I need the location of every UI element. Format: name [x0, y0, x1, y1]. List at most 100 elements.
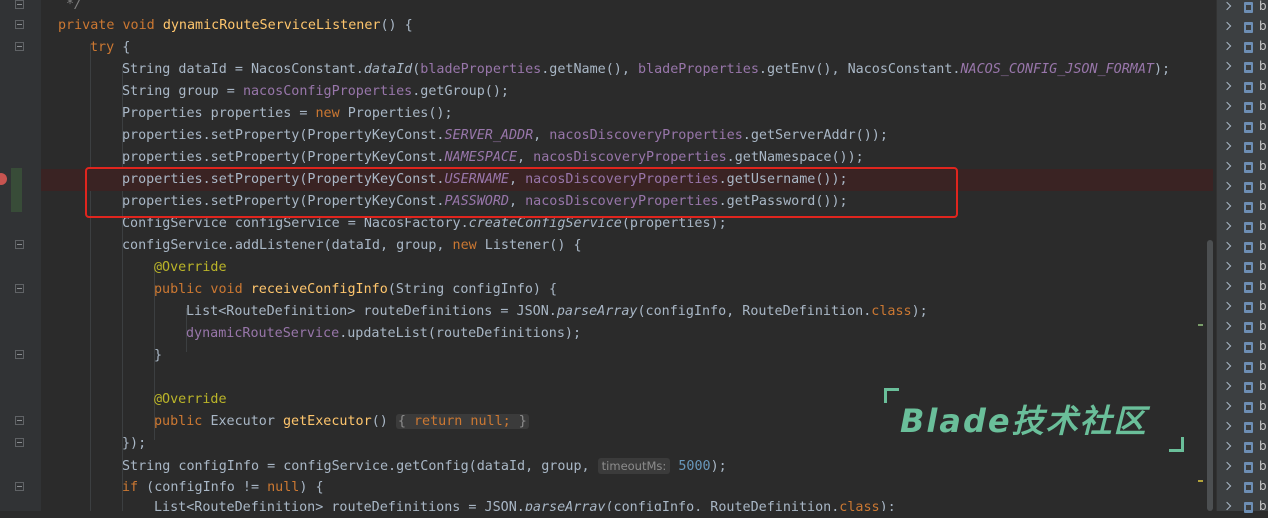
fold-icon[interactable] — [15, 20, 24, 29]
chevron-right-icon[interactable] — [1222, 481, 1232, 491]
chevron-right-icon[interactable] — [1222, 141, 1232, 151]
code-line[interactable]: @Override — [154, 389, 227, 411]
project-tree-item[interactable]: b — [1217, 98, 1268, 118]
project-tree-item[interactable]: b — [1217, 198, 1268, 218]
class-file-icon — [1244, 342, 1253, 353]
code-line[interactable]: private void dynamicRouteServiceListener… — [58, 15, 413, 37]
fold-icon[interactable] — [15, 240, 24, 249]
chevron-right-icon[interactable] — [1222, 41, 1232, 51]
project-tree-item[interactable]: b — [1217, 178, 1268, 198]
code-line[interactable]: }); — [122, 433, 146, 455]
chevron-right-icon[interactable] — [1222, 61, 1232, 71]
project-tree-item[interactable]: b — [1217, 498, 1268, 518]
project-tree-item[interactable]: b — [1217, 258, 1268, 278]
project-tree-item[interactable]: b — [1217, 0, 1268, 18]
code-line[interactable]: */ — [66, 0, 82, 16]
chevron-right-icon[interactable] — [1222, 421, 1232, 431]
project-tree-item[interactable]: b — [1217, 118, 1268, 138]
chevron-right-icon[interactable] — [1222, 21, 1232, 31]
project-tree-item[interactable]: b — [1217, 218, 1268, 238]
vcs-change-marker[interactable] — [11, 168, 22, 212]
code-line[interactable]: properties.setProperty(PropertyKeyConst.… — [122, 147, 864, 169]
fold-icon[interactable] — [15, 0, 24, 9]
code-line[interactable]: List<RouteDefinition> routeDefinitions =… — [186, 301, 928, 323]
fold-icon[interactable] — [15, 482, 24, 491]
chevron-right-icon[interactable] — [1222, 181, 1232, 191]
chevron-right-icon[interactable] — [1222, 261, 1232, 271]
code-token: NAMESPACE — [444, 150, 518, 165]
chevron-right-icon[interactable] — [1222, 241, 1232, 251]
class-file-icon — [1244, 42, 1253, 53]
code-line[interactable]: List<RouteDefinition> routeDefinitions =… — [154, 497, 896, 511]
class-file-icon — [1244, 222, 1253, 233]
fold-icon[interactable] — [15, 416, 24, 425]
code-line[interactable]: String group = nacosConfigProperties.get… — [122, 81, 509, 103]
project-tree-item[interactable]: b — [1217, 438, 1268, 458]
code-line[interactable]: public Executor getExecutor() { return n… — [154, 411, 529, 433]
project-tree-item[interactable]: b — [1217, 478, 1268, 498]
code-token: ); — [879, 500, 896, 511]
chevron-right-icon[interactable] — [1222, 101, 1232, 111]
chevron-right-icon[interactable] — [1222, 201, 1232, 211]
chevron-right-icon[interactable] — [1222, 1, 1232, 11]
project-tree-item[interactable]: b — [1217, 318, 1268, 338]
project-tree-item[interactable]: b — [1217, 78, 1268, 98]
project-tree-item[interactable]: b — [1217, 58, 1268, 78]
code-token: bladeProperties — [637, 62, 759, 77]
breakpoint-icon[interactable] — [0, 173, 7, 185]
code-token: Listener() { — [476, 238, 582, 253]
folded-code-block[interactable]: { return null; } — [395, 414, 529, 429]
project-tree-item[interactable]: b — [1217, 298, 1268, 318]
chevron-right-icon[interactable] — [1222, 361, 1232, 371]
project-tree-item[interactable]: b — [1217, 238, 1268, 258]
error-stripe-marker[interactable] — [1198, 324, 1203, 326]
chevron-right-icon[interactable] — [1222, 321, 1232, 331]
code-line[interactable]: dynamicRouteService.updateList(routeDefi… — [186, 323, 581, 345]
chevron-right-icon[interactable] — [1222, 221, 1232, 231]
code-line[interactable]: try { — [90, 37, 130, 59]
project-tree-item[interactable]: b — [1217, 418, 1268, 438]
class-file-icon — [1244, 442, 1253, 453]
code-line[interactable]: Properties properties = new Properties()… — [122, 103, 453, 125]
fold-icon[interactable] — [15, 42, 24, 51]
project-tree-item-label: b — [1259, 0, 1267, 13]
fold-icon[interactable] — [15, 350, 24, 359]
chevron-right-icon[interactable] — [1222, 161, 1232, 171]
project-tree-item[interactable]: b — [1217, 138, 1268, 158]
chevron-right-icon[interactable] — [1222, 381, 1232, 391]
code-comment: */ — [66, 0, 83, 12]
chevron-right-icon[interactable] — [1222, 441, 1232, 451]
chevron-right-icon[interactable] — [1222, 341, 1232, 351]
fold-icon[interactable] — [15, 284, 24, 293]
project-tree-item[interactable]: b — [1217, 398, 1268, 418]
code-line[interactable]: if (configInfo != null) { — [122, 477, 324, 499]
code-line[interactable]: } — [154, 345, 162, 367]
code-line[interactable]: properties.setProperty(PropertyKeyConst.… — [122, 125, 888, 147]
code-line[interactable]: public void receiveConfigInfo(String con… — [154, 279, 557, 301]
project-tree-item[interactable]: b — [1217, 338, 1268, 358]
code-line[interactable]: String configInfo = configService.getCon… — [122, 455, 727, 477]
project-tree-item[interactable]: b — [1217, 278, 1268, 298]
project-tree-item[interactable]: b — [1217, 458, 1268, 478]
project-tree-item[interactable]: b — [1217, 158, 1268, 178]
code-token: nacosConfigProperties — [242, 84, 413, 99]
code-line[interactable]: String dataId = NacosConstant.dataId(bla… — [122, 59, 1170, 81]
project-tree-item[interactable]: b — [1217, 18, 1268, 38]
code-line[interactable]: @Override — [154, 257, 227, 279]
chevron-right-icon[interactable] — [1222, 461, 1232, 471]
chevron-right-icon[interactable] — [1222, 121, 1232, 131]
chevron-right-icon[interactable] — [1222, 81, 1232, 91]
project-tree-item[interactable]: b — [1217, 38, 1268, 58]
chevron-right-icon[interactable] — [1222, 301, 1232, 311]
chevron-right-icon[interactable] — [1222, 401, 1232, 411]
error-stripe-marker[interactable] — [1198, 480, 1203, 482]
code-token: Executor — [210, 414, 283, 429]
project-tree-item[interactable]: b — [1217, 358, 1268, 378]
vertical-scrollbar[interactable] — [1207, 240, 1213, 511]
code-line[interactable]: configService.addListener(dataId, group,… — [122, 235, 582, 257]
chevron-right-icon[interactable] — [1222, 501, 1232, 511]
fold-icon[interactable] — [15, 438, 24, 447]
chevron-right-icon[interactable] — [1222, 281, 1232, 291]
project-tree-item[interactable]: b — [1217, 378, 1268, 398]
code-token: }); — [122, 436, 147, 451]
